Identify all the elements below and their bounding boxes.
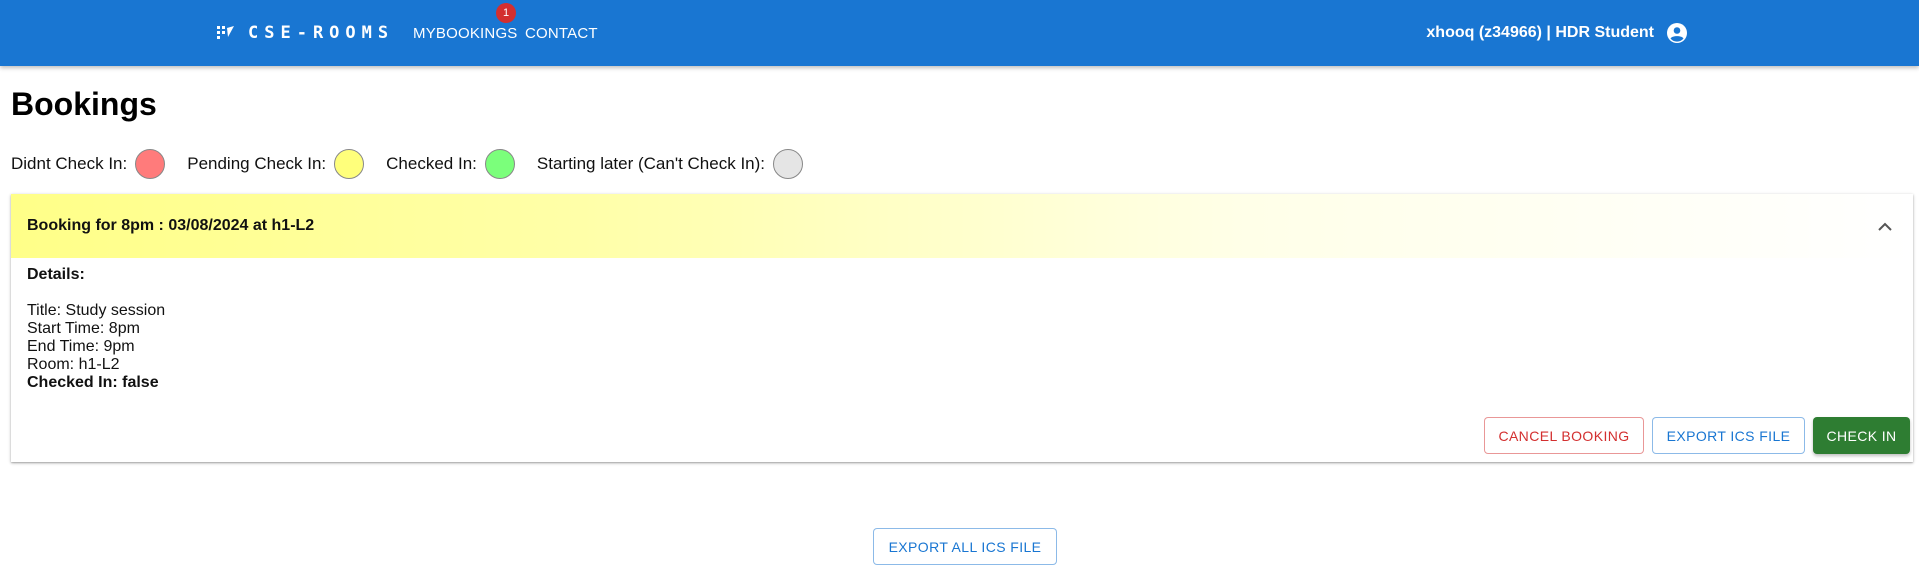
legend-label: Pending Check In:	[187, 154, 327, 173]
check-in-button[interactable]: Check In	[1813, 417, 1910, 454]
legend-item: Pending Check In:	[187, 149, 365, 179]
legend-label: Checked In:	[386, 154, 477, 173]
booking-header[interactable]: Booking for 8pm : 03/08/2024 at h1-L2	[11, 194, 1913, 258]
detail-start-time: Start Time: 8pm	[27, 320, 140, 337]
legend-item: Didnt Check In:	[11, 149, 166, 179]
grid-icon	[216, 23, 236, 43]
details-heading: Details:	[27, 266, 85, 283]
status-dot-green	[484, 149, 515, 179]
status-dot-red	[135, 149, 166, 179]
status-dot-yellow	[334, 149, 365, 179]
detail-end-time: End Time: 9pm	[27, 338, 135, 355]
export-all-ics-button[interactable]: Export All ICS File	[873, 528, 1057, 565]
app-bar: CSE-ROOMS MyBookings 1 Contact xhooq (z3…	[0, 0, 1919, 66]
account-circle-icon[interactable]	[1666, 22, 1688, 44]
booking-accordion: Booking for 8pm : 03/08/2024 at h1-L2 De…	[11, 194, 1913, 462]
legend-item: Checked In:	[386, 149, 515, 179]
booking-title: Booking for 8pm : 03/08/2024 at h1-L2	[27, 217, 315, 234]
chevron-up-icon[interactable]	[1873, 214, 1897, 238]
booking-details: Details: Title: Study session Start Time…	[27, 266, 165, 392]
user-label: xhooq (z34966) | HDR Student	[1426, 24, 1654, 41]
status-legend: Didnt Check In: Pending Check In: Checke…	[11, 147, 825, 181]
detail-checked-in: Checked In: false	[27, 374, 159, 391]
page-title: Bookings	[11, 86, 157, 122]
legend-label: Starting later (Can't Check In):	[536, 154, 766, 173]
cancel-booking-button[interactable]: Cancel Booking	[1484, 417, 1644, 454]
notification-badge: 1	[496, 3, 516, 23]
legend-label: Didnt Check In:	[11, 154, 128, 173]
brand[interactable]: CSE-ROOMS	[216, 0, 394, 66]
export-ics-button[interactable]: Export ICS File	[1652, 417, 1805, 454]
nav-contact[interactable]: Contact	[525, 0, 598, 66]
user-menu[interactable]: xhooq (z34966) | HDR Student	[1426, 0, 1688, 66]
detail-title: Title: Study session	[27, 302, 166, 319]
legend-item: Starting later (Can't Check In):	[536, 149, 804, 179]
brand-name: CSE-ROOMS	[248, 23, 395, 43]
detail-room: Room: h1-L2	[27, 356, 120, 373]
status-dot-grey	[773, 149, 804, 179]
